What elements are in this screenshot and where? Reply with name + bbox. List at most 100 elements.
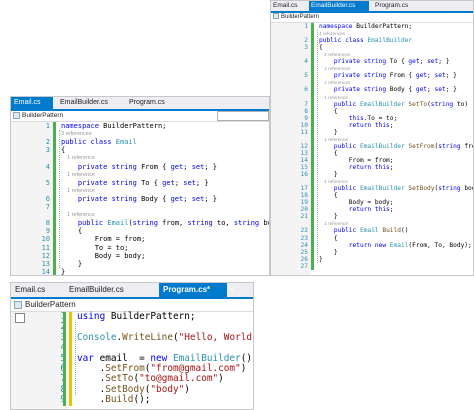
close-tab-icon[interactable]: ✕ [228, 283, 238, 297]
line-number: 5 [304, 72, 308, 80]
codelens-reference-hint[interactable]: 1 reference [61, 154, 95, 162]
code-area[interactable]: 1using BuilderPattern;23Console.WriteLin… [11, 311, 253, 409]
code-line: } [319, 128, 338, 136]
code-line: Body = body; [319, 199, 394, 207]
tab-program-cs[interactable]: Program.cs [126, 97, 176, 109]
code-line: return this; [319, 121, 394, 129]
line-number: 7 [304, 100, 308, 108]
line-number: 10 [300, 121, 308, 129]
code-line: public class EmailBuilder [319, 37, 413, 45]
breakpoint-margin-icon[interactable] [15, 313, 25, 323]
line-number: 17 [300, 185, 308, 193]
line-number: 27 [300, 262, 308, 270]
line-number: 2 [45, 138, 50, 147]
code-line: } [319, 171, 338, 179]
line-number: 6 [304, 86, 308, 94]
member-dropdown[interactable] [217, 111, 269, 121]
code-line: return this; [319, 206, 394, 214]
code-line: { [319, 44, 323, 52]
code-line: { [319, 107, 338, 115]
code-line: private string To { get; set; } [319, 58, 450, 66]
line-number: 4 [304, 58, 308, 66]
line-number: 24 [300, 241, 308, 249]
code-line: } [61, 259, 83, 268]
code-line: this.To = to; [319, 114, 398, 122]
line-number: 11 [300, 128, 308, 136]
tab-emailbuilder-cs[interactable]: EmailBuilder.cs [309, 1, 369, 11]
tab-program-cs[interactable]: Program.cs* [159, 283, 227, 297]
indent-guide [59, 130, 60, 268]
line-number: 19 [300, 199, 308, 207]
line-number: 26 [300, 255, 308, 263]
tab-emailbuilder-cs[interactable]: EmailBuilder.cs [57, 97, 119, 109]
namespace-dropdown-label: BuilderPattern [22, 112, 64, 119]
code-line: private string From { get; set; } [319, 72, 457, 80]
codelens-reference-hint[interactable]: 1 reference [61, 187, 95, 195]
code-line: public Email(string from, string to, str… [61, 219, 269, 228]
line-number: 4 [45, 162, 50, 171]
tab-strip: Email.cs EmailBuilder.cs Program.cs [271, 1, 473, 13]
code-line: public class Email [61, 138, 137, 147]
namespace-navigation-bar[interactable]: BuilderPattern [271, 13, 473, 23]
namespace-dropdown-label: BuilderPattern [281, 14, 320, 20]
line-number: 3 [304, 44, 308, 52]
tab-email-cs[interactable]: Email.cs [271, 1, 307, 11]
code-line: public EmailBuilder SetFrom(string from) [319, 142, 473, 150]
code-line: public EmailBuilder SetTo(string to) [319, 100, 469, 108]
namespace-dropdown-label: BuilderPattern [25, 300, 76, 309]
code-line: From = from; [61, 235, 146, 244]
code-line: From = from; [319, 156, 394, 164]
line-number: 1 [45, 122, 50, 130]
tab-program-cs[interactable]: Program.cs [373, 1, 421, 11]
line-number: 3 [45, 146, 50, 155]
line-number: 2 [11, 321, 66, 332]
line-number: 3 [11, 332, 66, 343]
code-line: namespace BuilderPattern; [319, 23, 413, 30]
change-tracking-bar [311, 23, 314, 270]
tab-email-cs[interactable]: Email.cs [11, 97, 53, 109]
line-number: 14 [300, 156, 308, 164]
line-number: 13 [300, 149, 308, 157]
line-number: 5 [11, 353, 66, 364]
code-line: } [319, 248, 338, 256]
email-cs-editor-window: Email.cs EmailBuilder.cs Program.cs Buil… [10, 96, 270, 276]
line-number: 5 [45, 178, 50, 187]
tab-strip: Email.cs EmailBuilder.cs Program.cs [11, 97, 269, 111]
code-line: { [319, 192, 338, 200]
code-line: public Email Build() [319, 227, 409, 235]
line-number: 21 [300, 213, 308, 221]
code-line: { [61, 146, 66, 155]
codelens-reference-hint[interactable]: 1 reference [61, 211, 95, 219]
code-line: return new Email(From, To, Body); [319, 241, 472, 249]
code-area[interactable]: 1 namespace BuilderPattern; 3 references 2 p… [11, 122, 269, 275]
line-number: 6 [11, 363, 66, 374]
tab-email-cs[interactable]: Email.cs [11, 283, 55, 297]
line-number: 12 [300, 142, 308, 150]
line-number: 7 [45, 203, 50, 211]
code-line: return this; [319, 164, 394, 171]
line-number: 18 [300, 192, 308, 200]
line-number: 12 [41, 251, 50, 260]
line-number: 6 [45, 194, 50, 203]
line-number: 8 [304, 107, 308, 115]
csharp-project-icon [13, 111, 20, 119]
code-line: private string Body { get; set; } [319, 86, 457, 94]
code-line: .Build(); [77, 394, 151, 406]
code-area[interactable]: 1 namespace BuilderPattern; 4 references 2 p… [271, 23, 473, 275]
codelens-reference-hint[interactable]: 1 reference [61, 171, 95, 179]
code-line: { [319, 234, 338, 242]
tab-emailbuilder-cs[interactable]: EmailBuilder.cs [59, 283, 155, 297]
code-line: namespace BuilderPattern; [61, 122, 167, 130]
line-number: 9 [304, 114, 308, 122]
code-line: } [61, 267, 66, 276]
code-line: private string To { get; set; } [61, 178, 209, 187]
indent-guide [75, 322, 76, 396]
code-line: private string Body { get; set; } [61, 194, 217, 203]
line-number: 10 [41, 235, 50, 244]
line-number: 22 [300, 227, 308, 235]
code-line: } [319, 213, 338, 221]
code-line: using BuilderPattern; [77, 311, 196, 322]
codelens-reference-hint[interactable]: 3 references [61, 130, 92, 138]
code-line: private string From { get; set; } [61, 162, 217, 171]
line-number: 15 [300, 164, 308, 171]
